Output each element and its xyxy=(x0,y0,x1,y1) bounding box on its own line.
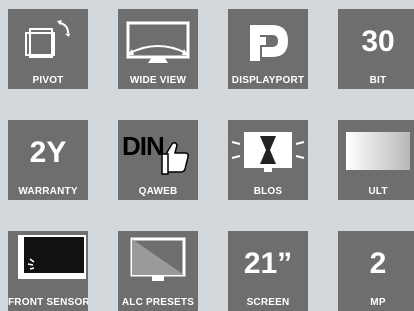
bit-depth-value: 30 xyxy=(361,25,395,58)
feature-caption: BLOS xyxy=(253,186,283,197)
feature-caption: PIVOT xyxy=(32,75,64,86)
feature-tile-ult: ULT xyxy=(338,120,414,200)
feature-caption: ALC PRESETS xyxy=(121,297,195,308)
feature-caption: WIDE VIEW xyxy=(129,75,187,86)
warranty-value: 2Y xyxy=(29,136,67,169)
feature-tile-warranty: 2Y WARRANTY xyxy=(8,120,88,200)
feature-tile-30-bit: 30 BIT xyxy=(338,9,414,89)
feature-tile-blos: BLOS xyxy=(228,120,308,200)
front-sensor-monitor-icon xyxy=(18,235,86,279)
feature-caption: BIT xyxy=(369,75,387,86)
feature-tile-displayport: DISPLAYPORT xyxy=(228,9,308,89)
feature-caption: QAWEB xyxy=(138,186,178,197)
hourglass-monitor-icon xyxy=(231,132,305,172)
feature-tile-megapixels: 2 MP xyxy=(338,231,414,311)
feature-tile-pivot: PIVOT xyxy=(8,9,88,89)
feature-tile-wide-view: WIDE VIEW xyxy=(118,9,198,89)
wide-view-monitor-icon xyxy=(126,21,190,63)
feature-caption: SCREEN xyxy=(246,297,290,308)
feature-caption: ULT xyxy=(368,186,388,197)
feature-caption: WARRANTY xyxy=(18,186,78,197)
displayport-logo-icon xyxy=(250,25,288,61)
screen-size-value: 21” xyxy=(243,247,293,280)
feature-tile-screen-size: 21” SCREEN xyxy=(228,231,308,311)
feature-tile-qaweb: DIN QAWEB xyxy=(118,120,198,200)
feature-tile-alc-presets: ALC PRESETS xyxy=(118,231,198,311)
thumbs-up-icon xyxy=(161,141,189,175)
alc-monitor-icon xyxy=(130,237,186,281)
megapixel-value: 2 xyxy=(369,247,387,280)
feature-caption: FRONT SENSOR xyxy=(8,297,88,308)
feature-caption: MP xyxy=(370,297,386,308)
feature-caption: DISPLAYPORT xyxy=(231,75,305,86)
uniform-light-monitor-icon xyxy=(346,132,410,170)
pivot-rotate-icon xyxy=(25,20,70,58)
feature-tile-front-sensor: FRONT SENSOR xyxy=(8,231,88,311)
